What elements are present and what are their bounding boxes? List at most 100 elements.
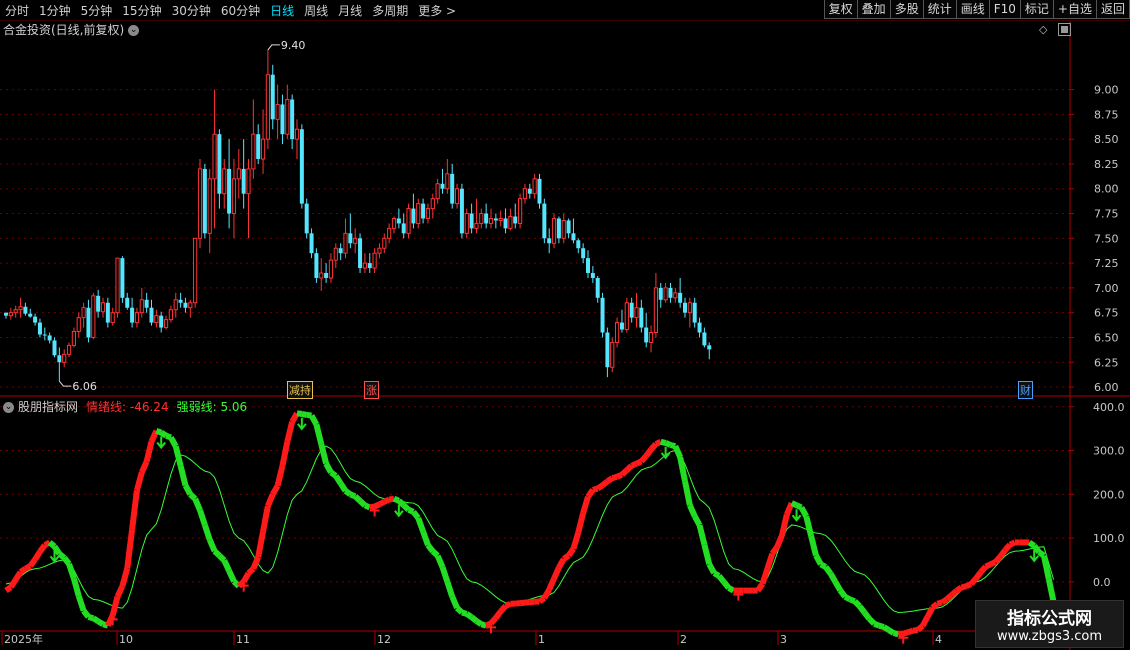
- candle-body-up: [474, 222, 479, 229]
- emotion-segment-down: [706, 562, 717, 575]
- emotion-segment-up: [615, 471, 624, 480]
- period-tab-2[interactable]: 5分钟: [76, 2, 118, 19]
- period-tab-4[interactable]: 30分钟: [167, 2, 216, 19]
- emotion-segment-up: [570, 531, 582, 550]
- period-tab-1[interactable]: 1分钟: [34, 2, 76, 19]
- emotion-segment-up: [129, 489, 140, 530]
- event-badge-1[interactable]: 涨: [364, 381, 379, 399]
- emotion-segment-down: [182, 483, 193, 496]
- candle-body-up: [532, 178, 537, 195]
- candle-body-down: [52, 340, 57, 356]
- candle-body-down: [401, 223, 406, 234]
- period-tab-3[interactable]: 15分钟: [117, 2, 166, 19]
- toolbar-button-2[interactable]: 多股: [889, 0, 924, 19]
- candle-body-down: [421, 203, 426, 219]
- emotion-segment-up: [124, 528, 136, 569]
- period-tab-5[interactable]: 60分钟: [216, 2, 265, 19]
- chevron-down-icon[interactable]: ⌄: [128, 25, 140, 36]
- candle-body-up: [479, 213, 484, 224]
- emotion-segment-up: [524, 599, 531, 606]
- toolbar-button-5[interactable]: F10: [988, 0, 1021, 19]
- emotion-segment-down: [444, 580, 456, 598]
- high-price-label: 9.40: [281, 39, 306, 52]
- event-badge-2[interactable]: 财: [1018, 381, 1033, 399]
- candle-body-up: [430, 198, 435, 210]
- event-badge-0[interactable]: 减持: [287, 381, 313, 399]
- chevron-down-icon[interactable]: ⌄: [3, 402, 14, 413]
- emotion-segment-up: [143, 440, 155, 463]
- candle-body-up: [265, 74, 270, 140]
- candle-body-down: [4, 312, 8, 316]
- emotion-segment-up: [984, 561, 992, 570]
- candle-body-up: [294, 128, 300, 140]
- emotion-segment-down: [159, 430, 168, 439]
- toolbar-button-7[interactable]: +自选: [1052, 0, 1097, 19]
- emotion-segment-down: [91, 615, 100, 624]
- emotion-segment-up: [965, 581, 973, 589]
- toolbar-button-3[interactable]: 统计: [922, 0, 957, 19]
- toolbar-button-8[interactable]: 返回: [1095, 0, 1130, 19]
- emotion-segment-down: [1037, 549, 1046, 559]
- emotion-segment-down: [401, 503, 411, 512]
- toolbar-button-4[interactable]: 画线: [955, 0, 990, 19]
- period-tab-6[interactable]: 日线: [265, 2, 299, 19]
- emotion-segment-up: [902, 629, 909, 637]
- indicator-panel-title[interactable]: ⌄ 股朋指标网 情绪线: -46.24 强弱线: 5.06: [3, 398, 247, 415]
- candle-body-up: [231, 178, 237, 215]
- emotion-segment-down: [188, 492, 198, 502]
- emotion-segment-down: [296, 410, 303, 417]
- candle-body-up: [634, 307, 639, 319]
- emotion-segment-down: [71, 577, 82, 597]
- period-tab-10[interactable]: 更多 >: [413, 2, 461, 19]
- candle-body-up: [110, 312, 115, 324]
- emotion-segment-down: [696, 524, 708, 546]
- emotion-segment-up: [119, 567, 131, 588]
- emotion-segment-up: [274, 465, 286, 487]
- emotion-segment-down: [425, 543, 436, 554]
- price-tick-label: 7.50: [1094, 232, 1119, 245]
- price-panel-title[interactable]: 合金投资(日线,前复权) ⌄: [3, 21, 140, 38]
- emotion-segment-down: [439, 566, 451, 583]
- period-tab-9[interactable]: 多周期: [367, 2, 413, 19]
- diamond-icon[interactable]: ◇: [1039, 23, 1047, 36]
- emotion-segment-up: [562, 553, 571, 562]
- period-tab-7[interactable]: 周线: [299, 2, 333, 19]
- emotion-segment-down: [687, 504, 698, 518]
- candle-body-down: [440, 183, 445, 189]
- period-tab-8[interactable]: 月线: [333, 2, 367, 19]
- emotion-segment-down: [887, 627, 896, 636]
- toolbar-button-0[interactable]: 复权: [823, 0, 858, 19]
- emotion-segment-up: [13, 570, 24, 582]
- candle-body-up: [343, 232, 348, 254]
- emotion-segment-down: [461, 609, 468, 617]
- toolbar-button-6[interactable]: 标记: [1019, 0, 1054, 19]
- candle-body-up: [100, 302, 106, 313]
- candle-body-up: [610, 341, 615, 368]
- emotion-segment-down: [415, 516, 426, 533]
- emotion-segment-up: [930, 601, 940, 611]
- candle-body-up: [168, 309, 174, 321]
- window-toggle-icon[interactable]: [1058, 23, 1071, 36]
- emotion-segment-down: [480, 621, 487, 629]
- toolbar-button-1[interactable]: 叠加: [856, 0, 891, 19]
- emotion-segment-up: [596, 482, 605, 492]
- x-axis-label: 2025年: [4, 632, 43, 646]
- candle-body-down: [280, 104, 285, 135]
- candle-body-up: [561, 219, 566, 239]
- candle-body-down: [290, 99, 295, 140]
- emotion-segment-up: [940, 596, 949, 605]
- candle-body-up: [212, 133, 217, 180]
- emotion-segment-down: [66, 562, 77, 580]
- emotion-segment-down: [61, 555, 72, 566]
- emotion-segment-down: [172, 445, 184, 467]
- sell-arrow-marker: [156, 436, 166, 450]
- candle-body-up: [91, 295, 96, 338]
- candle-body-down: [217, 134, 222, 194]
- period-tab-0[interactable]: 分时: [0, 2, 34, 19]
- candle-body-up: [275, 103, 280, 120]
- emotion-segment-down: [677, 456, 688, 482]
- emotion-segment-up: [566, 547, 576, 558]
- chart-canvas[interactable]: 6.00 6.25 6.50 6.75 7.00 7.25 7.50 7.75 8.00 8.25…: [0, 0, 1130, 650]
- emotion-segment-up: [993, 554, 1003, 565]
- candle-body-down: [37, 322, 42, 335]
